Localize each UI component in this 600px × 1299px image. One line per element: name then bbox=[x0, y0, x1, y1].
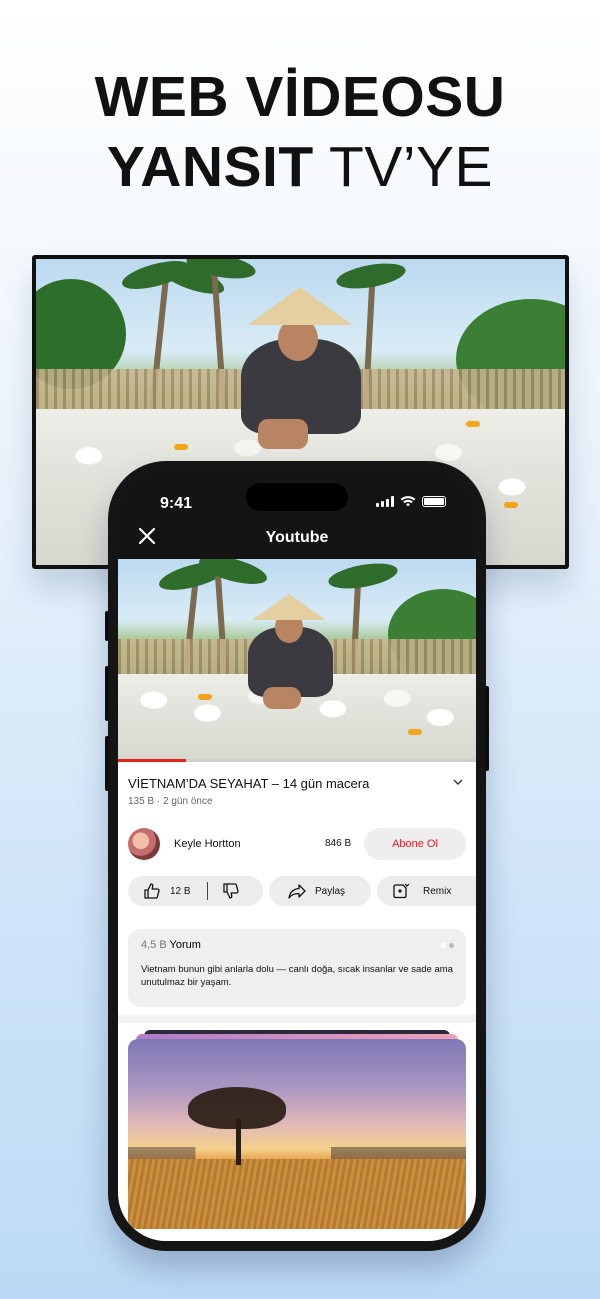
thumbs-down-icon[interactable] bbox=[222, 882, 240, 900]
phone-screen: 9:41 Youtube VİETNAM’DA SEYAHAT – 14 gün… bbox=[118, 471, 476, 1241]
thumbs-up-icon[interactable] bbox=[143, 882, 161, 900]
headline-line-2: YANSIT TV’YE bbox=[0, 132, 600, 202]
battery-icon bbox=[422, 496, 446, 507]
share-button[interactable]: Paylaş bbox=[269, 876, 371, 906]
subscribe-button[interactable]: Abone Ol bbox=[364, 828, 466, 860]
pager-dots bbox=[441, 943, 454, 948]
like-divider bbox=[206, 882, 208, 900]
phone: 9:41 Youtube VİETNAM’DA SEYAHAT – 14 gün… bbox=[105, 461, 489, 1251]
video-progress-bar[interactable] bbox=[118, 759, 476, 762]
like-count: 12 B bbox=[170, 885, 191, 897]
comments-header: 4,5 B Yorum bbox=[141, 939, 201, 951]
avatar[interactable] bbox=[128, 828, 160, 860]
wifi-icon bbox=[400, 496, 416, 507]
like-dislike-pill: 12 B bbox=[128, 876, 263, 906]
video-player[interactable] bbox=[118, 559, 476, 761]
remix-button[interactable]: Remix bbox=[377, 876, 476, 906]
channel-name[interactable]: Keyle Hortton bbox=[174, 838, 241, 850]
remix-icon bbox=[393, 883, 410, 899]
headline: WEB VİDEOSU YANSIT TV’YE bbox=[0, 62, 600, 202]
share-label: Paylaş bbox=[315, 885, 346, 897]
headline-line-2-bold: YANSIT bbox=[106, 135, 314, 199]
headline-line-1: WEB VİDEOSU bbox=[94, 65, 506, 129]
video-meta: 135 B · 2 gün önce bbox=[128, 796, 213, 807]
section-divider bbox=[118, 1015, 476, 1023]
comment-text: Vietnam bunun gibi anlarla dolu — canlı … bbox=[141, 964, 453, 988]
remix-label: Remix bbox=[423, 885, 452, 897]
comments-card[interactable]: 4,5 B Yorum Vietnam bunun gibi anlarla d… bbox=[128, 929, 466, 1007]
share-icon bbox=[288, 884, 306, 899]
status-icons bbox=[376, 496, 446, 507]
video-progress-fill bbox=[118, 759, 187, 762]
nav-title: Youtube bbox=[265, 529, 329, 546]
action-row: 12 B Paylaş Remix bbox=[128, 876, 476, 906]
comments-label: Yorum bbox=[169, 939, 201, 951]
comments-count: 4,5 B bbox=[141, 939, 167, 951]
video-page: VİETNAM’DA SEYAHAT – 14 gün macera 135 B… bbox=[118, 559, 476, 1241]
signal-icon bbox=[376, 496, 394, 507]
nav-bar: Youtube bbox=[118, 519, 476, 559]
subscriber-count: 846 B bbox=[325, 838, 352, 849]
dynamic-island bbox=[246, 483, 348, 511]
status-bar: 9:41 bbox=[118, 471, 476, 519]
headline-line-2-normal: TV’YE bbox=[329, 135, 494, 199]
video-title: VİETNAM’DA SEYAHAT – 14 gün macera bbox=[128, 776, 370, 791]
status-time: 9:41 bbox=[160, 495, 193, 512]
next-video-thumbnail[interactable] bbox=[128, 1039, 466, 1229]
channel-row: Keyle Hortton 846 B Abone Ol bbox=[118, 819, 476, 869]
chevron-down-icon[interactable] bbox=[452, 776, 464, 788]
